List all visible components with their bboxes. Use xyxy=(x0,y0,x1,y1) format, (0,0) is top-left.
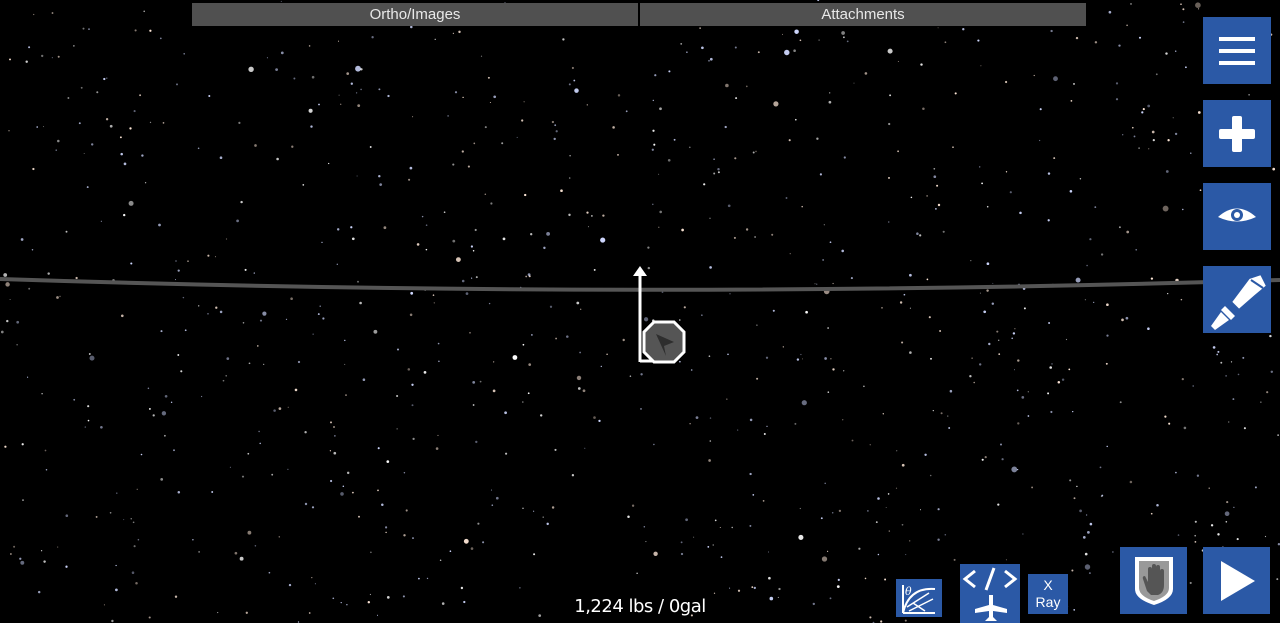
paint-brush-icon xyxy=(1211,272,1269,330)
xray-label-ray: Ray xyxy=(1035,594,1061,610)
play-button[interactable] xyxy=(1203,547,1270,614)
trajectory-button[interactable]: θ xyxy=(896,579,942,617)
trajectory-icon: θ xyxy=(902,585,936,614)
plus-icon xyxy=(1219,115,1255,152)
tab-attachments[interactable]: Attachments xyxy=(640,3,1086,26)
code-airplane-icon xyxy=(962,566,1018,621)
menu-button[interactable] xyxy=(1203,17,1271,84)
hand-icon xyxy=(1134,556,1173,605)
hamburger-menu-icon xyxy=(1219,36,1255,65)
hand-tool-button[interactable] xyxy=(1120,547,1187,614)
view-button[interactable] xyxy=(1203,183,1271,250)
code-airplane-button[interactable] xyxy=(960,564,1020,623)
eye-icon xyxy=(1218,208,1256,221)
xray-button[interactable]: X Ray xyxy=(1028,574,1068,614)
xray-label-x: X xyxy=(1043,577,1053,593)
craft-pod-icon[interactable] xyxy=(630,262,690,366)
mass-fuel-readout: 1,224 lbs / 0gal xyxy=(574,596,706,617)
paint-button[interactable] xyxy=(1203,266,1271,333)
svg-text:θ: θ xyxy=(905,585,912,598)
tab-ortho-images[interactable]: Ortho/Images xyxy=(192,3,638,26)
top-tabs: Ortho/Images Attachments xyxy=(192,3,1086,26)
play-icon xyxy=(1220,560,1255,601)
add-part-button[interactable] xyxy=(1203,100,1271,167)
